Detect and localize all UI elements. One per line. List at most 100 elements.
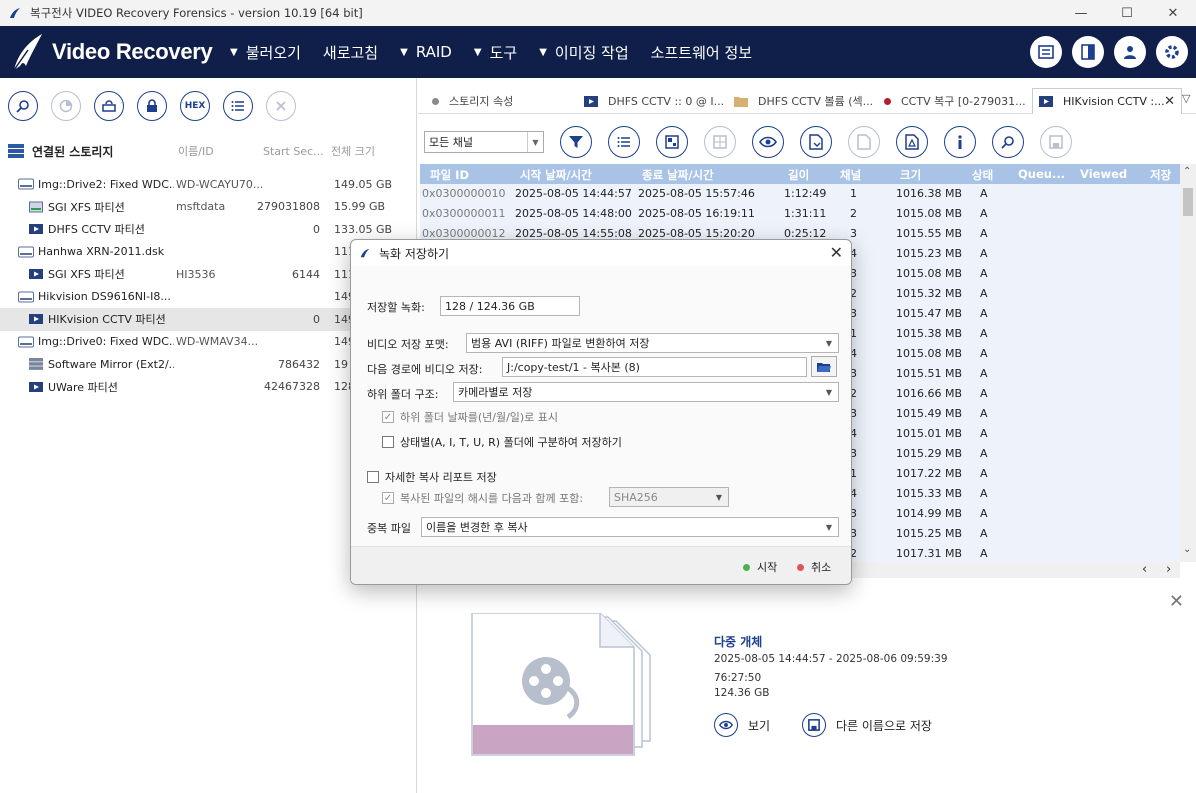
column-header[interactable]: 상태: [972, 167, 993, 183]
recordings-count-field: 128 / 124.36 GB: [440, 296, 580, 316]
cancel-button[interactable]: 취소: [797, 559, 831, 575]
preview-range: 2025-08-05 14:44:57 - 2025-08-06 09:59:3…: [714, 653, 948, 665]
eye-icon: [714, 713, 738, 737]
vertical-scrollbar[interactable]: ⌃ ⌄: [1180, 164, 1196, 562]
eye-icon[interactable]: [752, 126, 784, 158]
table-row[interactable]: 0x0300000010 2025-08-05 14:44:57 2025-08-0…: [420, 184, 1180, 204]
list-icon[interactable]: [608, 126, 640, 158]
refresh-drive-icon[interactable]: [94, 91, 124, 121]
duplicate-select[interactable]: 이름을 변경한 후 복사 ▼: [421, 517, 839, 537]
storage-item[interactable]: Img::Drive2: Fixed WDC... WD-WCAYU70... 14…: [0, 173, 417, 196]
list-panel-icon[interactable]: [1030, 36, 1062, 68]
column-header[interactable]: 종료 날짜/시간: [642, 167, 714, 183]
storage-header: 연결된 스토리지 이름/ID Start Sec... 전체 크기: [0, 138, 416, 164]
save-icon[interactable]: [1040, 126, 1072, 158]
chart-icon[interactable]: [51, 91, 81, 121]
tab-2[interactable]: DHFS CCTV 볼륨 (섹...: [728, 88, 878, 114]
minimize-button[interactable]: —: [1058, 0, 1104, 26]
grid-icon[interactable]: [656, 126, 688, 158]
table-row[interactable]: 0x0300000011 2025-08-05 14:48:00 2025-08-0…: [420, 204, 1180, 224]
tab-menu-icon[interactable]: ▽: [1182, 92, 1190, 105]
cell-size: 1015.32 MB: [896, 287, 963, 300]
close-icon[interactable]: [266, 91, 296, 121]
col-size-header[interactable]: 전체 크기: [331, 143, 375, 159]
cell-st: A: [980, 367, 988, 380]
list-icon[interactable]: [223, 91, 253, 121]
hash-select[interactable]: SHA256 ▼: [609, 487, 729, 507]
tab-3[interactable]: CCTV 복구 [0-279031...: [878, 88, 1030, 114]
lock-icon[interactable]: [137, 91, 167, 121]
column-header[interactable]: 길이: [788, 167, 809, 183]
date-subfolder-label: 하위 폴더 날짜를(년/월/일)로 표시: [400, 411, 559, 424]
storage-item-size: 19: [334, 357, 348, 371]
storage-item[interactable]: SGI XFS 파티션 msftdata 279031808 15.99 GB: [0, 196, 417, 219]
menu-item-4[interactable]: ▼ 이미징 작업: [539, 42, 628, 63]
include-hash-checkbox[interactable]: ✓ 복사된 파일의 해시를 다음과 함께 포함:: [382, 490, 583, 506]
search-icon[interactable]: [992, 126, 1024, 158]
column-header[interactable]: 파일 ID: [430, 167, 469, 183]
scroll-down-icon[interactable]: ⌄: [1183, 544, 1191, 555]
dialog-close-button[interactable]: ✕: [830, 243, 843, 262]
export-icon[interactable]: [800, 126, 832, 158]
preview-close-icon[interactable]: ✕: [1169, 591, 1184, 612]
column-header[interactable]: 저장: [1150, 167, 1171, 183]
column-header[interactable]: 크기: [900, 167, 921, 183]
tab-0[interactable]: 스토리지 속성: [426, 88, 576, 114]
menu-item-2[interactable]: ▼ RAID: [400, 43, 452, 61]
menu-item-1[interactable]: 새로고침: [323, 42, 378, 63]
app-logo: Video Recovery: [10, 32, 230, 72]
date-subfolder-checkbox[interactable]: ✓ 하위 폴더 날짜를(년/월/일)로 표시: [382, 409, 558, 425]
col-start-header[interactable]: Start Sec...: [263, 145, 324, 158]
cell-end: 2025-08-05 15:57:46: [638, 187, 755, 200]
filter-icon[interactable]: [560, 126, 592, 158]
info-icon[interactable]: [944, 126, 976, 158]
detailed-report-checkbox[interactable]: 자세한 복사 리포트 저장: [367, 469, 497, 485]
subfolder-select[interactable]: 카메라별로 저장 ▼: [453, 382, 839, 402]
export-disabled-icon[interactable]: [848, 126, 880, 158]
column-header[interactable]: Viewed: [1080, 167, 1127, 181]
col-id-header[interactable]: 이름/ID: [178, 143, 214, 159]
format-select[interactable]: 범용 AVI (RIFF) 파일로 변환하여 저장 ▼: [466, 333, 839, 353]
column-header[interactable]: 시작 날짜/시간: [520, 167, 592, 183]
hex-button[interactable]: HEX: [180, 91, 210, 121]
path-input[interactable]: J:/copy-test/1 - 복사본 (8): [502, 357, 807, 377]
tab-1[interactable]: DHFS CCTV :: 0 @ I...: [578, 88, 728, 114]
layout-icon[interactable]: [1072, 36, 1104, 68]
search-icon[interactable]: [8, 91, 38, 121]
cell-st: A: [980, 287, 988, 300]
channel-select[interactable]: 모든 채널 ▼: [424, 131, 544, 153]
menu-item-5[interactable]: 소프트웨어 정보: [651, 42, 752, 63]
save-as-button[interactable]: 다른 이름으로 저장: [802, 713, 932, 737]
scroll-left-icon[interactable]: ‹: [1142, 562, 1147, 577]
start-button[interactable]: 시작: [743, 559, 777, 575]
menu-item-3[interactable]: ▼ 도구: [474, 42, 517, 63]
scroll-up-icon[interactable]: ⌃: [1183, 166, 1191, 177]
user-icon[interactable]: [1114, 36, 1146, 68]
storage-item[interactable]: DHFS CCTV 파티션 0 133.05 GB: [0, 218, 417, 241]
storage-item-size: 133.05 GB: [334, 222, 393, 236]
storage-item-id: HI3536: [176, 267, 216, 281]
scroll-right-icon[interactable]: ›: [1166, 562, 1171, 577]
tab-close-icon[interactable]: ✕: [1164, 94, 1175, 109]
browse-folder-button[interactable]: [811, 356, 837, 377]
thumbnails-icon[interactable]: [704, 126, 736, 158]
report-icon[interactable]: [896, 126, 928, 158]
format-label: 비디오 저장 포맷:: [367, 338, 449, 351]
status-subfolder-label: 상태별(A, I, T, U, R) 폴더에 구분하여 저장하기: [400, 436, 622, 449]
cell-len: 1:31:11: [784, 207, 827, 220]
menu-item-0[interactable]: ▼ 불러오기: [230, 42, 301, 63]
column-header[interactable]: 채널: [840, 167, 861, 183]
cell-size: 1015.51 MB: [896, 367, 963, 380]
maximize-button[interactable]: ☐: [1104, 0, 1150, 26]
column-header[interactable]: Queu...: [1018, 167, 1065, 181]
start-label: 시작: [757, 561, 778, 574]
storage-item-start: 0: [313, 312, 320, 326]
close-window-button[interactable]: ✕: [1150, 0, 1196, 26]
gear-icon[interactable]: [1156, 36, 1188, 68]
chevron-down-icon: ▼: [715, 492, 723, 502]
view-button[interactable]: 보기: [714, 713, 770, 737]
status-subfolder-checkbox[interactable]: 상태별(A, I, T, U, R) 폴더에 구분하여 저장하기: [382, 434, 622, 450]
scroll-thumb[interactable]: [1183, 188, 1193, 216]
view-label: 보기: [748, 718, 771, 733]
tab-4[interactable]: HIKvision CCTV :... ✕: [1032, 88, 1182, 114]
